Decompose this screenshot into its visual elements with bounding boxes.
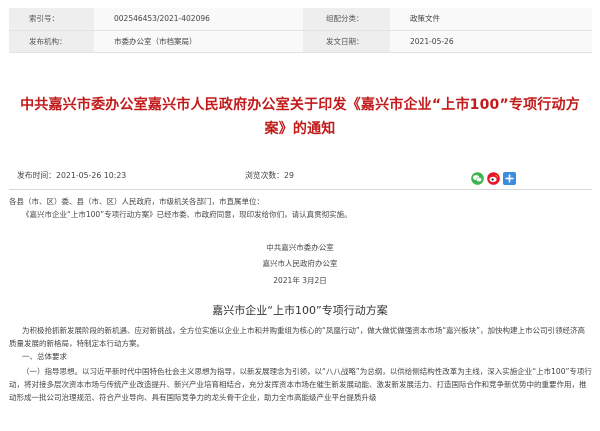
publish-time: 发布时间：2021-05-26 10:23 — [17, 171, 127, 180]
metadata-row: 发布机构： 市委办公室（市档案局） 发文日期： 2021-05-26 — [9, 30, 592, 53]
issue-date-value: 2021-05-26 — [390, 30, 592, 53]
view-count: 浏览次数：29 — [245, 170, 294, 181]
view-count-value: 29 — [283, 171, 294, 180]
signature-date: 2021年 3月2日 — [273, 276, 327, 285]
publisher-value: 市委办公室（市档案局） — [94, 30, 303, 53]
category-value: 政策文件 — [390, 8, 592, 31]
document-title: 嘉兴市企业“上市100”专项行动方案 — [212, 304, 388, 317]
publisher-label: 发布机构： — [9, 30, 94, 53]
intro-paragraph: 为积极抢抓新发展阶段的新机遇、应对新挑战，全方位实施以企业上市和并购重组为核心的… — [9, 326, 586, 348]
info-bar: 发布时间：2021-05-26 10:23 浏览次数：29 — [9, 160, 592, 190]
issue-date-label: 发文日期： — [303, 30, 390, 53]
page-title: 中共嘉兴市委办公室嘉兴市人民政府办公室关于印发《嘉兴市企业“上市100”专项行动… — [20, 97, 580, 137]
share-buttons — [471, 172, 516, 185]
share-plus-icon[interactable] — [503, 172, 516, 185]
signature-line-1: 中共嘉兴市委办公室 — [266, 243, 334, 252]
metadata-table: 索引号： 002546453/2021-402096 组配分类： 政策文件 发布… — [9, 8, 592, 53]
recipients-line: 各县（市、区）委、县（市、区）人民政府，市级机关各部门，市直属单位： — [9, 197, 264, 206]
index-number-value: 002546453/2021-402096 — [94, 8, 303, 31]
metadata-row: 索引号： 002546453/2021-402096 组配分类： 政策文件 — [9, 8, 592, 31]
weibo-icon[interactable] — [487, 172, 500, 185]
section-heading: 一、总体要求 — [22, 352, 67, 361]
wechat-icon[interactable] — [471, 172, 484, 185]
view-count-label: 浏览次数： — [245, 171, 284, 180]
index-number-label: 索引号： — [9, 8, 94, 31]
guiding-thought-paragraph: （一）指导思想。以习近平新时代中国特色社会主义思想为指导，以新发展理念为引领，以… — [9, 367, 592, 402]
signature-line-2: 嘉兴市人民政府办公室 — [262, 259, 338, 268]
category-label: 组配分类： — [303, 8, 390, 31]
notice-paragraph: 《嘉兴市企业“上市100”专项行动方案》已经市委、市政府同意，现印发给你们，请认… — [22, 210, 352, 219]
